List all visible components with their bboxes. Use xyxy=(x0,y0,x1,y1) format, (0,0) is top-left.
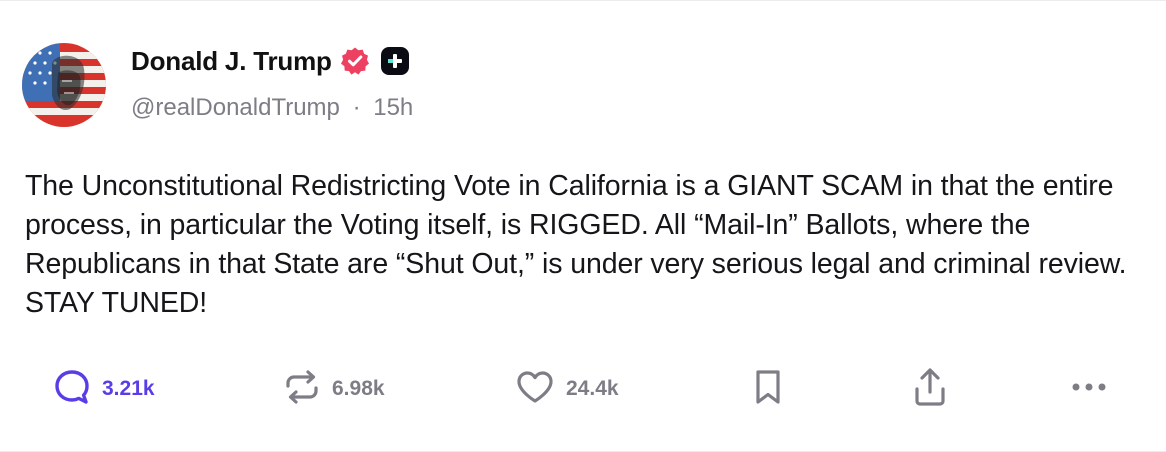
bookmark-button[interactable] xyxy=(750,365,786,413)
like-count: 24.4k xyxy=(566,377,619,400)
author-name-row: Donald J. Trump xyxy=(131,44,410,78)
post-text: The Unconstitutional Redistricting Vote … xyxy=(25,170,1127,319)
post-timestamp[interactable]: 15h xyxy=(373,94,413,121)
action-bar: 3.21k 6.98k 24.4k xyxy=(0,365,1166,415)
bookmark-icon xyxy=(750,366,786,413)
reply-count: 3.21k xyxy=(102,377,155,400)
meta-separator: · xyxy=(352,94,361,121)
avatar-flag-portrait xyxy=(22,43,106,127)
repost-button[interactable]: 6.98k xyxy=(282,365,385,413)
author-display-name[interactable]: Donald J. Trump xyxy=(131,46,332,77)
author-handle[interactable]: @realDonaldTrump xyxy=(131,94,340,121)
avatar[interactable] xyxy=(22,43,106,127)
plus-badge-icon xyxy=(380,46,410,76)
repost-icon xyxy=(282,367,322,412)
post-card: Donald J. Trump @realDonaldTrump · 15h T… xyxy=(0,0,1166,452)
reply-button[interactable]: 3.21k xyxy=(52,365,155,413)
share-button[interactable] xyxy=(910,365,950,413)
author-meta: @realDonaldTrump · 15h xyxy=(131,94,413,122)
heart-icon xyxy=(514,366,556,413)
comment-bubble-icon xyxy=(52,367,92,412)
more-dots-icon xyxy=(1068,377,1110,402)
more-options-button[interactable] xyxy=(1068,365,1110,413)
like-button[interactable]: 24.4k xyxy=(514,365,619,413)
share-icon xyxy=(910,365,950,414)
verified-badge-icon xyxy=(340,46,370,76)
repost-count: 6.98k xyxy=(332,377,385,400)
